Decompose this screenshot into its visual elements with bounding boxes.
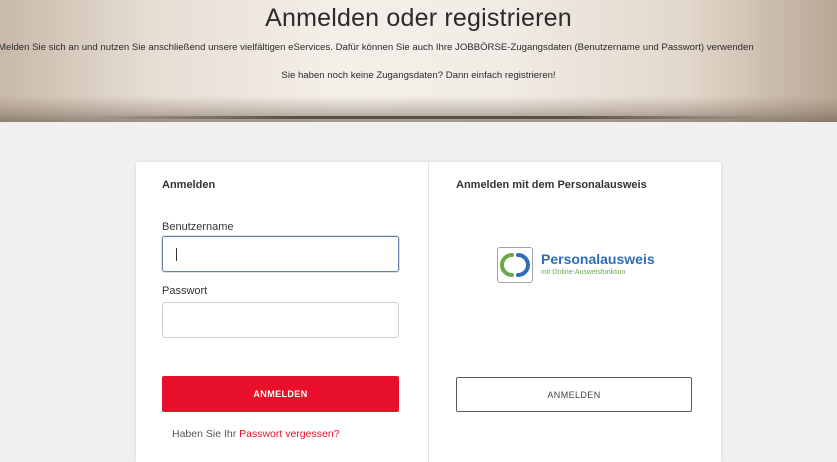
hero-divider [90,116,767,119]
column-divider [428,162,429,462]
personalausweis-logo: Personalausweis mit Online-Ausweisfunkti… [497,247,667,285]
personalausweis-logo-subtitle: mit Online-Ausweisfunktion [541,269,626,276]
login-heading: Anmelden [162,179,216,191]
username-input[interactable] [162,236,399,272]
hero-description: Melden Sie sich an und nutzen Sie anschl… [0,42,754,53]
login-card: Anmelden Benutzername Passwort ANMELDEN … [136,162,721,462]
text-cursor [176,248,177,261]
password-label: Passwort [162,285,208,297]
login-submit-button[interactable]: ANMELDEN [162,376,399,412]
forgot-password-text: Haben Sie Ihr Passwort vergessen? [172,428,340,440]
page-title: Anmelden oder registrieren [265,4,572,32]
forgot-password-link[interactable]: Passwort vergessen? [239,428,339,440]
personalausweis-logo-name: Personalausweis [541,251,655,267]
id-card-submit-button[interactable]: ANMELDEN [456,377,692,412]
username-label: Benutzername [162,221,234,233]
id-card-heading: Anmelden mit dem Personalausweis [456,179,647,191]
password-input[interactable] [162,302,399,338]
personalausweis-logo-icon [497,247,533,283]
hero-banner: Anmelden oder registrieren Melden Sie si… [0,0,837,122]
forgot-password-prefix: Haben Sie Ihr [172,428,240,440]
register-hint: Sie haben noch keine Zugangsdaten? Dann … [281,70,556,81]
